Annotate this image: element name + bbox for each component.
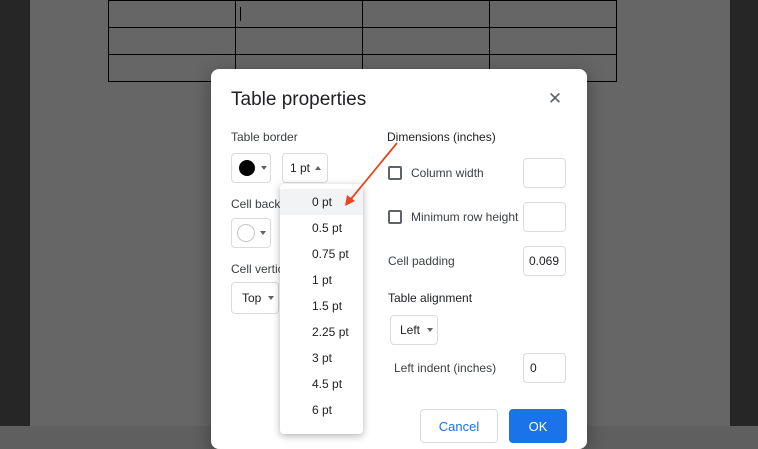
cancel-button[interactable]: Cancel [420,409,498,443]
table-alignment-value: Left [400,323,421,337]
cell-vertical-value: Top [242,291,262,305]
menu-item-6pt[interactable]: 6 pt [280,397,363,423]
column-width-checkbox[interactable] [388,166,402,180]
dimensions-label: Dimensions (inches) [387,130,496,144]
column-width-label: Column width [411,166,484,180]
ok-button[interactable]: OK [509,409,567,443]
chevron-down-icon [268,296,275,300]
cell-vertical-label: Cell vertic [231,262,284,276]
menu-item-0pt[interactable]: 0 pt [280,189,363,215]
close-icon[interactable]: ✕ [545,89,565,109]
column-width-input[interactable] [523,158,566,188]
menu-item-0-75pt[interactable]: 0.75 pt [280,241,363,267]
left-indent-label: Left indent (inches) [394,361,497,375]
chevron-down-icon [427,328,434,332]
cell-vertical-dropdown[interactable]: Top [231,282,279,314]
left-indent-input[interactable]: 0 [523,353,566,383]
menu-item-2-25pt[interactable]: 2.25 pt [280,319,363,345]
min-row-height-checkbox[interactable] [388,210,402,224]
border-width-button[interactable]: 1 pt [282,153,328,183]
dialog-title: Table properties [231,89,367,110]
min-row-height-label: Minimum row height [411,210,519,224]
min-row-height-input[interactable] [523,202,566,232]
chevron-up-icon [315,166,322,170]
border-width-menu: 0 pt 0.5 pt 0.75 pt 1 pt 1.5 pt 2.25 pt … [280,184,363,434]
menu-item-0-5pt[interactable]: 0.5 pt [280,215,363,241]
menu-item-4-5pt[interactable]: 4.5 pt [280,371,363,397]
table-border-label: Table border [231,130,298,144]
table-alignment-label: Table alignment [388,291,473,305]
table-alignment-dropdown[interactable]: Left [390,315,438,345]
cell-background-label: Cell backg [231,197,288,211]
cell-background-swatch [237,224,255,242]
border-width-value: 1 pt [290,161,311,175]
chevron-down-icon [261,166,267,170]
border-color-button[interactable] [231,153,271,183]
menu-item-1pt[interactable]: 1 pt [280,267,363,293]
cell-background-button[interactable] [231,218,271,248]
menu-item-1-5pt[interactable]: 1.5 pt [280,293,363,319]
table-properties-dialog: Table properties ✕ Table border 1 pt Cel… [211,69,587,449]
chevron-down-icon [260,231,266,235]
menu-item-3pt[interactable]: 3 pt [280,345,363,371]
cell-padding-input[interactable]: 0.069 [523,246,566,276]
border-color-swatch [239,160,255,176]
cell-padding-label: Cell padding [388,254,455,268]
